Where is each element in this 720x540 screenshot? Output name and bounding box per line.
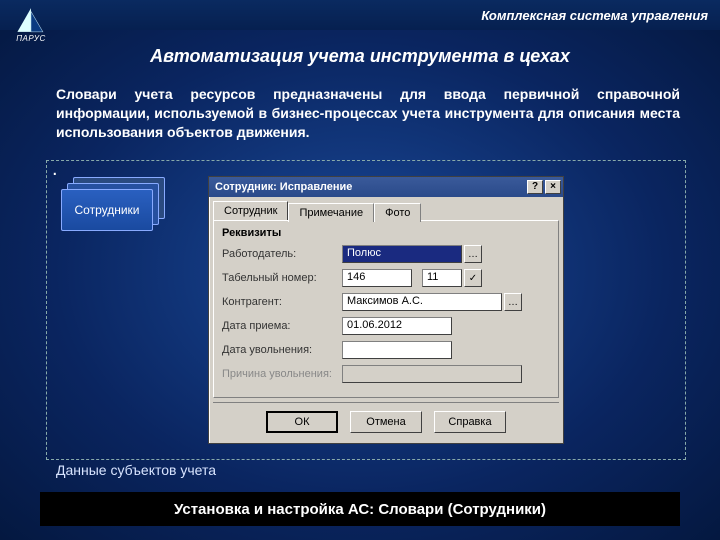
row-employer: Работодатель: Полюс … [222,245,550,263]
dialog-titlebar: Сотрудник: Исправление ? × [209,177,563,197]
data-area-label: Данные субъектов учета [56,462,216,478]
agent-lookup-button[interactable]: … [504,293,522,311]
tab-note[interactable]: Примечание [288,203,374,222]
hire-date-field[interactable]: 01.06.2012 [342,317,452,335]
logo-text: ПАРУС [16,34,46,43]
tabnum-field-b[interactable]: 11 [422,269,462,287]
dialog-buttons: ОК Отмена Справка [213,402,559,443]
row-tabnum: Табельный номер: 146 11 ✓ [222,269,550,287]
tab-label: Примечание [299,207,363,219]
employer-field[interactable]: Полюс [342,245,462,263]
row-hire: Дата приема: 01.06.2012 [222,317,550,335]
reason-field [342,365,522,383]
group-label: Реквизиты [222,227,550,239]
page-title: Автоматизация учета инструмента в цехах [0,46,720,67]
ok-button[interactable]: ОК [266,411,338,433]
dialog-employee: Сотрудник: Исправление ? × Сотрудник При… [208,176,564,444]
card-employees[interactable]: Сотрудники [61,189,153,231]
row-fire: Дата увольнения: [222,341,550,359]
agent-field[interactable]: Максимов А.С. [342,293,502,311]
employer-lookup-button[interactable]: … [464,245,482,263]
tab-label: Сотрудник [224,205,277,217]
label-fire: Дата увольнения: [222,344,342,356]
label-employer: Работодатель: [222,248,342,260]
tabnum-field-a[interactable]: 146 [342,269,412,287]
sail-icon [14,6,48,34]
card-label: Сотрудники [75,203,140,217]
tab-photo[interactable]: Фото [374,203,421,222]
cancel-button[interactable]: Отмена [350,411,422,433]
card-stack: Сотрудники [61,177,171,237]
dialog-panel: Реквизиты Работодатель: Полюс … Табельны… [213,220,559,398]
help-dialog-button[interactable]: Справка [434,411,506,433]
tab-employee[interactable]: Сотрудник [213,201,288,220]
close-button[interactable]: × [545,180,561,194]
fire-date-field[interactable] [342,341,452,359]
help-button[interactable]: ? [527,180,543,194]
tabnum-check-button[interactable]: ✓ [464,269,482,287]
dialog-title: Сотрудник: Исправление [215,181,352,193]
label-reason: Причина увольнения: [222,368,342,380]
row-reason: Причина увольнения: [222,365,550,383]
page-description: Словари учета ресурсов предназначены для… [56,85,680,142]
tab-label: Фото [385,207,410,219]
row-agent: Контрагент: Максимов А.С. … [222,293,550,311]
system-title: Комплексная система управления [481,8,708,23]
footer-text: Установка и настройка АС: Словари (Сотру… [174,501,546,518]
footer-bar: Установка и настройка АС: Словари (Сотру… [40,492,680,526]
label-hire: Дата приема: [222,320,342,332]
label-tabnum: Табельный номер: [222,272,342,284]
label-agent: Контрагент: [222,296,342,308]
topbar: Комплексная система управления [0,0,720,30]
logo: ПАРУС [6,6,56,56]
dialog-tabs: Сотрудник Примечание Фото [209,197,563,220]
